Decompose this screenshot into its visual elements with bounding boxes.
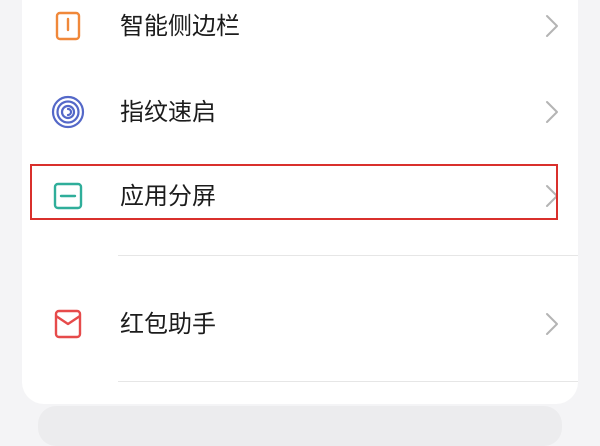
settings-card: 智能侧边栏 指纹速启 应用分屏 红包助手 [22, 0, 578, 404]
settings-item-label: 应用分屏 [120, 182, 216, 210]
chevron-right-icon [546, 101, 558, 123]
settings-item-smart-sidebar[interactable]: 智能侧边栏 [22, 0, 578, 64]
chevron-right-icon [546, 185, 558, 207]
row-divider [118, 381, 578, 382]
chevron-right-icon [546, 313, 558, 335]
chevron-right-icon [546, 15, 558, 37]
settings-item-label: 指纹速启 [120, 98, 216, 126]
split-screen-icon [53, 182, 83, 210]
settings-item-app-split-screen[interactable]: 应用分屏 [22, 154, 578, 234]
sidebar-icon [55, 11, 81, 41]
settings-item-red-envelope-assistant[interactable]: 红包助手 [22, 282, 578, 362]
red-envelope-icon [54, 309, 82, 339]
row-divider [118, 255, 578, 256]
fingerprint-icon [51, 95, 85, 129]
settings-item-label: 红包助手 [120, 310, 216, 338]
settings-item-fingerprint-quick-launch[interactable]: 指纹速启 [22, 70, 578, 150]
settings-item-label: 智能侧边栏 [120, 12, 240, 40]
next-settings-card [38, 406, 562, 446]
